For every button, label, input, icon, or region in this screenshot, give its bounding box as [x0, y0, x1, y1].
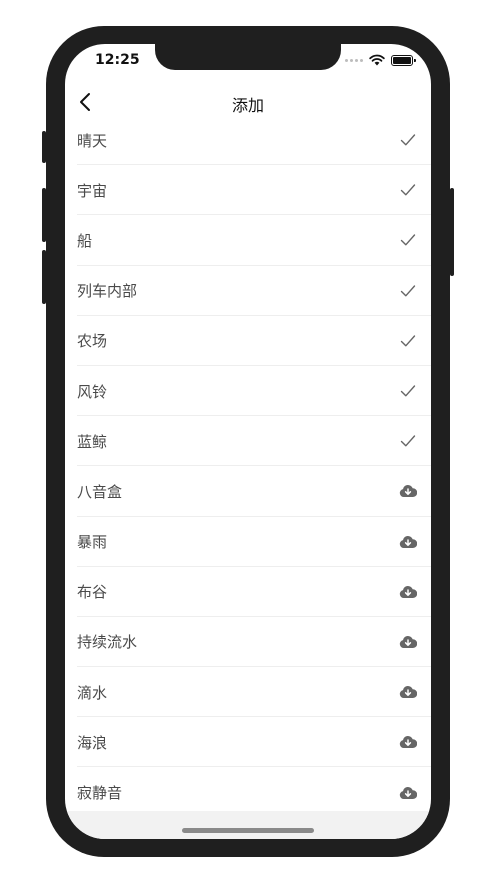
list-item[interactable]: 船: [65, 215, 431, 266]
list-item[interactable]: 列车内部: [65, 266, 431, 316]
battery-icon: [391, 54, 416, 66]
cloud-download-icon[interactable]: [399, 633, 417, 651]
list-item[interactable]: 蓝鲸: [65, 416, 431, 467]
cloud-download-icon[interactable]: [399, 683, 417, 701]
screen: 12:25 添加 晴天宇宙船列车内部农场风铃蓝鲸八音盒暴雨布谷持续流水滴水海浪寂…: [65, 44, 431, 839]
list-item[interactable]: 八音盒: [65, 466, 431, 517]
cloud-download-icon[interactable]: [399, 784, 417, 802]
footer-band: [65, 811, 431, 839]
list-item[interactable]: 海浪: [65, 717, 431, 768]
mute-switch: [42, 131, 46, 163]
list-item-label: 船: [77, 231, 93, 250]
list-item-label: 蓝鲸: [77, 432, 108, 451]
volume-down-button: [42, 250, 46, 304]
list-item-label: 海浪: [77, 733, 108, 752]
list-item[interactable]: 持续流水: [65, 617, 431, 668]
home-indicator[interactable]: [182, 828, 314, 833]
notch: [155, 44, 341, 70]
list-item-label: 滴水: [77, 683, 108, 702]
navigation-bar: 添加: [65, 84, 431, 118]
cloud-download-icon[interactable]: [399, 583, 417, 601]
check-icon: [399, 181, 417, 199]
list-item-label: 八音盒: [77, 482, 123, 501]
page-title: 添加: [231, 96, 264, 115]
cloud-download-icon[interactable]: [399, 533, 417, 551]
power-button: [450, 188, 454, 276]
list-item-label: 农场: [77, 332, 108, 351]
list-item-label: 晴天: [77, 131, 108, 150]
check-icon: [399, 332, 417, 350]
list-item-label: 布谷: [77, 583, 108, 602]
list-item[interactable]: 宇宙: [65, 165, 431, 216]
check-icon: [399, 231, 417, 249]
list-item-label: 宇宙: [77, 181, 108, 200]
wifi-icon: [369, 54, 385, 66]
list-item[interactable]: 农场: [65, 316, 431, 367]
check-icon: [399, 432, 417, 450]
cloud-download-icon[interactable]: [399, 733, 417, 751]
cloud-download-icon[interactable]: [399, 482, 417, 500]
sound-list: 晴天宇宙船列车内部农场风铃蓝鲸八音盒暴雨布谷持续流水滴水海浪寂静音: [65, 115, 431, 818]
list-item-label: 寂静音: [77, 784, 123, 803]
list-item[interactable]: 滴水: [65, 667, 431, 718]
check-icon: [399, 131, 417, 149]
status-icons: [345, 54, 416, 66]
list-item[interactable]: 晴天: [65, 115, 431, 166]
check-icon: [399, 382, 417, 400]
phone-frame: 12:25 添加 晴天宇宙船列车内部农场风铃蓝鲸八音盒暴雨布谷持续流水滴水海浪寂…: [42, 26, 454, 857]
list-item-label: 持续流水: [77, 633, 138, 652]
list-item-label: 列车内部: [77, 282, 138, 301]
signal-icon: [345, 58, 363, 62]
volume-up-button: [42, 188, 46, 242]
check-icon: [399, 282, 417, 300]
list-item-label: 风铃: [77, 382, 108, 401]
list-item-label: 暴雨: [77, 533, 108, 552]
list-item[interactable]: 暴雨: [65, 517, 431, 567]
status-time: 12:25: [95, 52, 140, 68]
list-item[interactable]: 布谷: [65, 567, 431, 618]
list-item[interactable]: 风铃: [65, 366, 431, 417]
